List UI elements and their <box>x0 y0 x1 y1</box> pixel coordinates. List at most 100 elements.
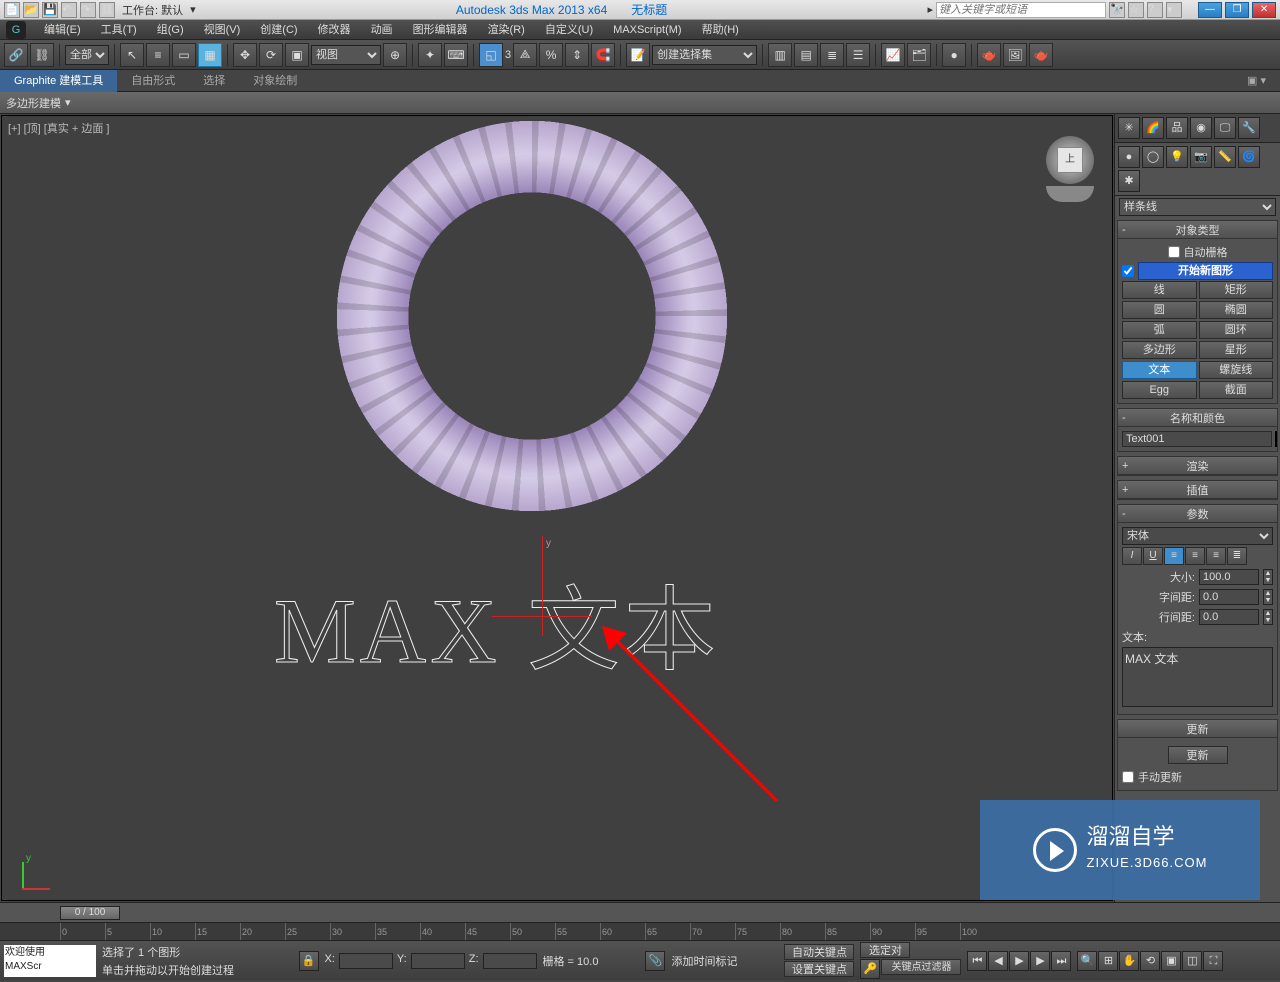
leading-spinner[interactable] <box>1199 609 1259 625</box>
binoculars-icon[interactable]: 🔭 <box>1109 2 1125 18</box>
type-section[interactable]: 截面 <box>1199 381 1274 399</box>
menu-render[interactable]: 渲染(R) <box>478 20 535 40</box>
viewcube-ring[interactable] <box>1046 186 1094 202</box>
type-arc[interactable]: 弧 <box>1122 321 1197 339</box>
rotate-icon[interactable]: ⟳ <box>259 43 283 67</box>
zoom-all-icon[interactable]: ⊞ <box>1098 951 1118 971</box>
workspace-label[interactable]: 工作台: 默认 <box>122 2 183 18</box>
manual-update-checkbox[interactable] <box>1122 771 1134 783</box>
menu-edit[interactable]: 编辑(E) <box>34 20 91 40</box>
select-name-icon[interactable]: ≡ <box>146 43 170 67</box>
layermgr-icon[interactable]: ☰ <box>846 43 870 67</box>
viewcube[interactable]: 上 <box>1046 136 1094 184</box>
spinner-snap-icon[interactable]: ⇕ <box>565 43 589 67</box>
close-button[interactable]: ✕ <box>1252 2 1276 18</box>
cat-geometry-icon[interactable]: ● <box>1118 146 1140 168</box>
menu-help[interactable]: 帮助(H) <box>692 20 749 40</box>
type-text[interactable]: 文本 <box>1122 361 1197 379</box>
goto-start-icon[interactable]: ⏮ <box>967 951 987 971</box>
redo-icon[interactable]: ↷ <box>80 2 96 18</box>
rollout-render[interactable]: +渲染 <box>1118 457 1277 475</box>
align-right-button[interactable]: ≡ <box>1206 547 1226 565</box>
scale-icon[interactable]: ▣ <box>285 43 309 67</box>
pivot-icon[interactable]: ⊕ <box>383 43 407 67</box>
tab-create-icon[interactable]: ✳ <box>1118 117 1140 139</box>
type-egg[interactable]: Egg <box>1122 381 1197 399</box>
rollout-params[interactable]: -参数 <box>1118 505 1277 523</box>
menu-anim[interactable]: 动画 <box>361 20 403 40</box>
pan-icon[interactable]: ✋ <box>1119 951 1139 971</box>
type-circle[interactable]: 圆 <box>1122 301 1197 319</box>
timetag-label[interactable]: 添加时间标记 <box>671 953 737 969</box>
magnet-icon[interactable]: 🧲 <box>591 43 615 67</box>
link-tool-icon[interactable]: 🔗 <box>4 43 28 67</box>
type-ellipse[interactable]: 椭圆 <box>1199 301 1274 319</box>
undo-icon[interactable]: ↶ <box>61 2 77 18</box>
menu-modifiers[interactable]: 修改器 <box>308 20 361 40</box>
x-input[interactable] <box>339 953 393 969</box>
tab-modify-icon[interactable]: 🌈 <box>1142 117 1164 139</box>
y-input[interactable] <box>411 953 465 969</box>
editnamed-icon[interactable]: 📝 <box>626 43 650 67</box>
setkey-button[interactable]: 设置关键点 <box>784 961 854 977</box>
keyboard-icon[interactable]: ⌨ <box>444 43 468 67</box>
unlink-tool-icon[interactable]: ⛓ <box>30 43 54 67</box>
rollout-update[interactable]: 更新 <box>1118 720 1277 738</box>
percent-snap-icon[interactable]: % <box>539 43 563 67</box>
render-prod-icon[interactable]: 🫖 <box>1029 43 1053 67</box>
play-icon[interactable]: ▶ <box>1009 951 1029 971</box>
timetag-icon[interactable]: 📎 <box>645 951 665 971</box>
transform-gizmo[interactable]: y <box>502 556 602 656</box>
z-input[interactable] <box>483 953 537 969</box>
align-center-button[interactable]: ≡ <box>1185 547 1205 565</box>
cat-shapes-icon[interactable]: ◯ <box>1142 146 1164 168</box>
schematic-icon[interactable]: 🗂 <box>907 43 931 67</box>
size-spinner[interactable] <box>1199 569 1259 585</box>
time-knob[interactable]: 0 / 100 <box>60 906 120 920</box>
ribbon-sub-label[interactable]: 多边形建模 <box>6 95 61 111</box>
start-new-shape-button[interactable]: 开始新图形 <box>1138 262 1273 280</box>
align-left-button[interactable]: ≡ <box>1164 547 1184 565</box>
snap-2d-icon[interactable]: ◱ <box>479 43 503 67</box>
autogrid-checkbox[interactable] <box>1168 246 1180 258</box>
autokey-button[interactable]: 自动关键点 <box>784 944 854 960</box>
orbit-icon[interactable]: ⟲ <box>1140 951 1160 971</box>
rollout-interp[interactable]: +插值 <box>1118 481 1277 499</box>
category-dropdown[interactable]: 样条线 <box>1119 198 1276 216</box>
zoom-icon[interactable]: 🔍 <box>1077 951 1097 971</box>
layers-icon[interactable]: ≣ <box>820 43 844 67</box>
torus-object[interactable] <box>302 86 762 546</box>
rollout-name-color[interactable]: -名称和颜色 <box>1118 409 1277 427</box>
selfilter[interactable]: 选定对 <box>860 942 910 958</box>
menu-grapheditors[interactable]: 图形编辑器 <box>403 20 478 40</box>
ribbon-tab-graphite[interactable]: Graphite 建模工具 <box>0 70 117 92</box>
tab-display-icon[interactable]: 🖵 <box>1214 117 1236 139</box>
kerning-spinner[interactable] <box>1199 589 1259 605</box>
startnew-checkbox[interactable] <box>1122 265 1134 277</box>
new-icon[interactable]: 📄 <box>4 2 20 18</box>
help-icon[interactable]: ? <box>1147 2 1163 18</box>
align-justify-button[interactable]: ≣ <box>1227 547 1247 565</box>
ref-coord[interactable]: 视图 <box>311 45 381 65</box>
align-icon[interactable]: ▤ <box>794 43 818 67</box>
link-icon[interactable]: ⛓ <box>99 2 115 18</box>
minimize-button[interactable]: — <box>1198 2 1222 18</box>
object-name-input[interactable] <box>1122 431 1272 447</box>
ribbon-tab-freeform[interactable]: 自由形式 <box>117 70 189 92</box>
rollout-object-type[interactable]: -对象类型 <box>1118 221 1277 239</box>
next-frame-icon[interactable]: ▶ <box>1030 951 1050 971</box>
menu-create[interactable]: 创建(C) <box>250 20 307 40</box>
menu-maxscript[interactable]: MAXScript(M) <box>603 20 691 40</box>
fov-icon[interactable]: ◫ <box>1182 951 1202 971</box>
render-frame-icon[interactable]: 🖼 <box>1003 43 1027 67</box>
menu-tools[interactable]: 工具(T) <box>91 20 147 40</box>
min-max-icon[interactable]: ⛶ <box>1203 951 1223 971</box>
type-ngon[interactable]: 多边形 <box>1122 341 1197 359</box>
time-slider[interactable]: 0 / 100 <box>0 902 1280 922</box>
menu-customize[interactable]: 自定义(U) <box>535 20 603 40</box>
text-content-input[interactable] <box>1122 647 1273 707</box>
tab-hierarchy-icon[interactable]: 品 <box>1166 117 1188 139</box>
star-icon[interactable]: ☆ <box>1128 2 1144 18</box>
menu-views[interactable]: 视图(V) <box>194 20 251 40</box>
lock-icon[interactable]: 🔒 <box>299 951 319 971</box>
